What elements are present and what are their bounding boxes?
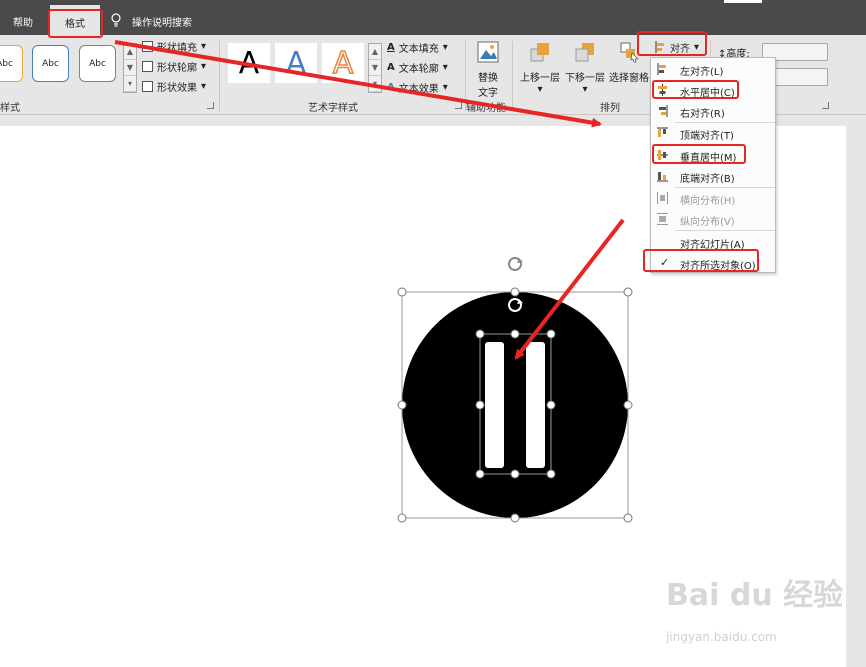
pause-bar-right xyxy=(526,342,545,468)
align-bottom-icon xyxy=(657,172,668,182)
menu-item-label: 底端对齐(B) xyxy=(680,174,735,185)
align-top-icon xyxy=(657,127,668,137)
highlight-align-selected xyxy=(643,249,759,272)
menu-item-label: 纵向分布(V) xyxy=(680,217,735,228)
menu-item-align-right[interactable]: 右对齐(R) xyxy=(651,101,775,121)
pause-bar-left xyxy=(485,342,504,468)
menu-item-label: 左对齐(L) xyxy=(680,67,724,78)
align-left-icon xyxy=(657,63,666,75)
distribute-horizontal-icon xyxy=(657,192,668,204)
menu-item-distribute-horizontal[interactable]: 横向分布(H) xyxy=(651,188,775,208)
menu-item-label: 右对齐(R) xyxy=(680,109,725,120)
menu-item-label: 横向分布(H) xyxy=(680,196,736,207)
highlight-align-middle xyxy=(652,144,746,164)
baidu-watermark-logo: Bai du 经验 xyxy=(666,578,844,613)
menu-item-label: 顶端对齐(T) xyxy=(680,131,734,142)
baidu-watermark-url: jingyan.baidu.com xyxy=(666,630,777,644)
highlight-format-tab xyxy=(48,9,103,38)
distribute-vertical-icon xyxy=(657,213,668,225)
pause-circle-shape xyxy=(402,292,628,518)
highlight-align-button xyxy=(637,31,707,56)
menu-item-align-left[interactable]: 左对齐(L) xyxy=(651,59,775,79)
menu-item-align-bottom[interactable]: 底端对齐(B) xyxy=(651,166,775,186)
menu-item-distribute-vertical[interactable]: 纵向分布(V) xyxy=(651,209,775,229)
align-right-icon xyxy=(659,105,668,117)
menu-item-align-top[interactable]: 顶端对齐(T) xyxy=(651,123,775,143)
highlight-align-center xyxy=(652,80,739,99)
menu-separator xyxy=(675,230,775,231)
outer-rotate-handle xyxy=(508,257,523,271)
